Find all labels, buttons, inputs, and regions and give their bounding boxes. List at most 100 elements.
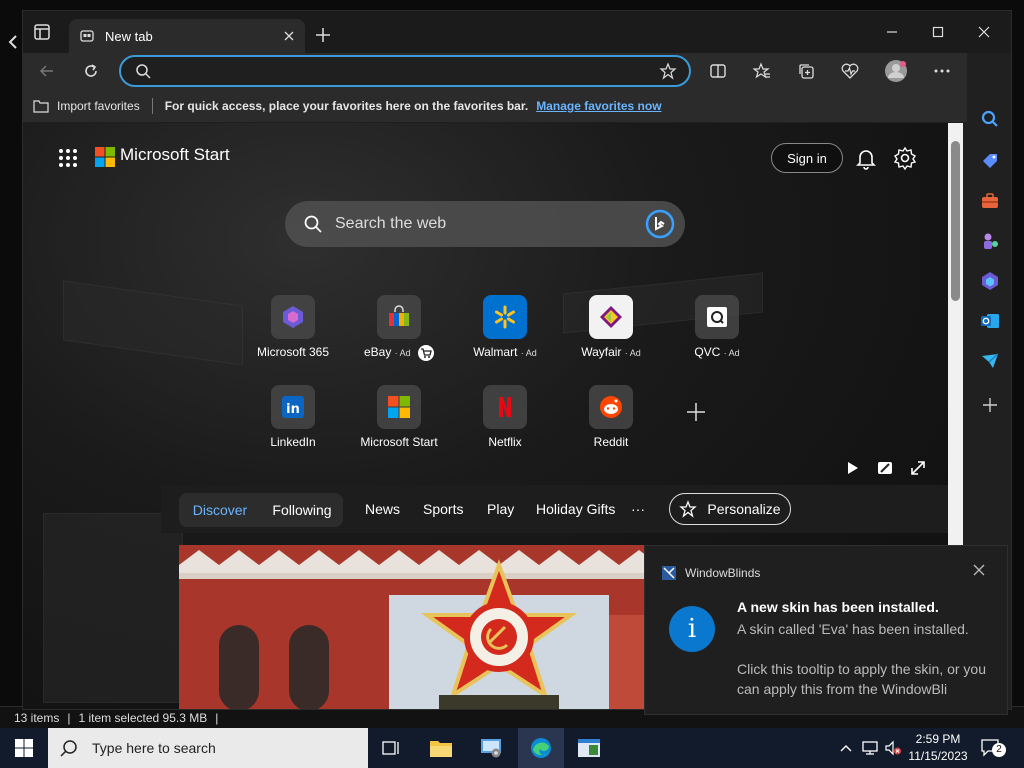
clock-time: 2:59 PM: [915, 732, 961, 746]
minimize-button[interactable]: [869, 17, 915, 47]
tile-label: LinkedIn: [270, 435, 316, 449]
play-icon[interactable]: [843, 459, 861, 477]
toast-notification[interactable]: WindowBlinds i A new skin has been insta…: [644, 545, 1008, 715]
tab-following[interactable]: Following: [261, 502, 343, 518]
sidebar-add-icon[interactable]: [976, 391, 1004, 419]
sidebar-outlook-icon[interactable]: [976, 307, 1004, 335]
file-explorer-icon[interactable]: [418, 732, 464, 764]
toast-app-name: WindowBlinds: [685, 566, 761, 580]
wayfair-icon: [589, 295, 633, 339]
ad-badge: · Ad: [394, 348, 411, 359]
tile-microsoft-365[interactable]: Microsoft 365: [253, 293, 333, 373]
tab-bar: New tab: [23, 11, 1011, 53]
tile-walmart[interactable]: Walmart · Ad: [465, 293, 545, 373]
tab-discover[interactable]: Discover: [179, 502, 261, 518]
tile-label: Microsoft Start: [360, 435, 438, 449]
more-options-button[interactable]: [926, 55, 958, 87]
browser-essentials-button[interactable]: [834, 55, 866, 87]
tab-new-tab[interactable]: New tab: [69, 19, 305, 53]
status-separator: |: [67, 710, 71, 725]
import-favorites-button[interactable]: Import favorites: [33, 99, 140, 113]
customize-background-icon[interactable]: [876, 459, 894, 477]
new-tab-icon: [79, 28, 95, 44]
sidebar-drop-icon[interactable]: [976, 347, 1004, 375]
apps-grid-icon[interactable]: [57, 147, 79, 169]
control-panel-icon[interactable]: [468, 732, 514, 764]
netflix-icon: [483, 385, 527, 429]
search-icon: [303, 214, 323, 234]
network-icon[interactable]: [861, 739, 879, 757]
maximize-button[interactable]: [915, 17, 961, 47]
sidebar-search-icon[interactable]: [976, 105, 1004, 133]
task-view-icon[interactable]: [368, 732, 414, 764]
windowblinds-app-icon: [661, 565, 677, 581]
personalize-button[interactable]: Personalize: [669, 493, 791, 525]
tile-qvc[interactable]: QVC · Ad: [677, 293, 757, 373]
scrollbar-thumb[interactable]: [951, 141, 960, 301]
new-tab-button[interactable]: [313, 25, 333, 45]
microsoft-logo-icon: [377, 385, 421, 429]
feed-more-button[interactable]: ···: [631, 501, 645, 517]
favorite-star-icon[interactable]: [659, 62, 677, 80]
walmart-spark-icon: [483, 295, 527, 339]
tile-ebay[interactable]: eBay · Ad: [359, 293, 439, 373]
sidebar-games-icon[interactable]: [976, 227, 1004, 255]
microsoft-365-icon: [271, 295, 315, 339]
search-icon: [60, 739, 78, 757]
sidebar-tools-icon[interactable]: [976, 187, 1004, 215]
profile-avatar[interactable]: [880, 55, 912, 87]
background-image: [63, 280, 243, 366]
show-hidden-icons-chevron-icon[interactable]: [838, 740, 854, 756]
feed-item-holiday-gifts[interactable]: Holiday Gifts: [536, 501, 615, 517]
tile-microsoft-start[interactable]: Microsoft Start: [359, 383, 439, 463]
notifications-bell-icon[interactable]: [853, 145, 879, 171]
ad-badge: · Ad: [723, 348, 740, 358]
close-window-button[interactable]: [961, 17, 1007, 47]
tile-linkedin[interactable]: in LinkedIn: [253, 383, 333, 463]
linkedin-icon: in: [271, 385, 315, 429]
tab-close-icon[interactable]: [277, 24, 301, 48]
status-separator: |: [215, 710, 219, 725]
taskbar-search-box[interactable]: Type here to search: [48, 728, 368, 768]
system-clock[interactable]: 2:59 PM 11/15/2023: [898, 731, 978, 765]
feed-tab-group: Discover Following: [179, 493, 343, 527]
favorites-hint: For quick access, place your favorites h…: [164, 98, 529, 113]
tile-netflix[interactable]: Netflix: [465, 383, 545, 463]
refresh-button[interactable]: [75, 55, 107, 87]
web-search-placeholder: Search the web: [335, 215, 447, 232]
web-search-box[interactable]: Search the web: [285, 201, 685, 247]
notifications-center-icon[interactable]: 2: [980, 737, 1006, 759]
bing-icon[interactable]: [645, 209, 675, 239]
app-window-icon[interactable]: [566, 732, 612, 764]
collections-button[interactable]: [790, 55, 822, 87]
sidebar-microsoft-365-icon[interactable]: [976, 267, 1004, 295]
toast-close-icon[interactable]: [973, 564, 989, 580]
status-item-count: 13 items: [14, 710, 60, 725]
tab-actions-icon[interactable]: [31, 21, 53, 43]
ad-badge: · Ad: [624, 348, 641, 358]
sidebar-shopping-tag-icon[interactable]: [976, 147, 1004, 175]
expand-icon[interactable]: [909, 459, 927, 477]
start-button[interactable]: [0, 728, 48, 768]
reddit-icon: [589, 385, 633, 429]
split-screen-button[interactable]: [702, 55, 734, 87]
clock-date: 11/15/2023: [908, 749, 968, 763]
tile-wayfair[interactable]: Wayfair · Ad: [571, 293, 651, 373]
ad-badge: · Ad: [520, 348, 537, 358]
sign-in-button[interactable]: Sign in: [771, 143, 843, 173]
add-shortcut-button[interactable]: [685, 401, 707, 423]
import-favorites-label: Import favorites: [57, 98, 140, 113]
feed-item-news[interactable]: News: [365, 501, 400, 517]
back-arrow-icon[interactable]: [6, 32, 20, 52]
feed-item-sports[interactable]: Sports: [423, 501, 463, 517]
manage-favorites-link[interactable]: Manage favorites now: [536, 99, 661, 113]
edge-taskbar-icon[interactable]: [518, 728, 564, 768]
settings-gear-icon[interactable]: [892, 145, 918, 171]
favorites-button[interactable]: [746, 55, 778, 87]
tile-label: eBay: [363, 345, 392, 360]
back-button[interactable]: [31, 55, 63, 87]
tile-reddit[interactable]: Reddit: [571, 383, 651, 463]
address-bar[interactable]: [119, 55, 691, 87]
feed-item-play[interactable]: Play: [487, 501, 514, 517]
address-input[interactable]: [151, 57, 659, 85]
